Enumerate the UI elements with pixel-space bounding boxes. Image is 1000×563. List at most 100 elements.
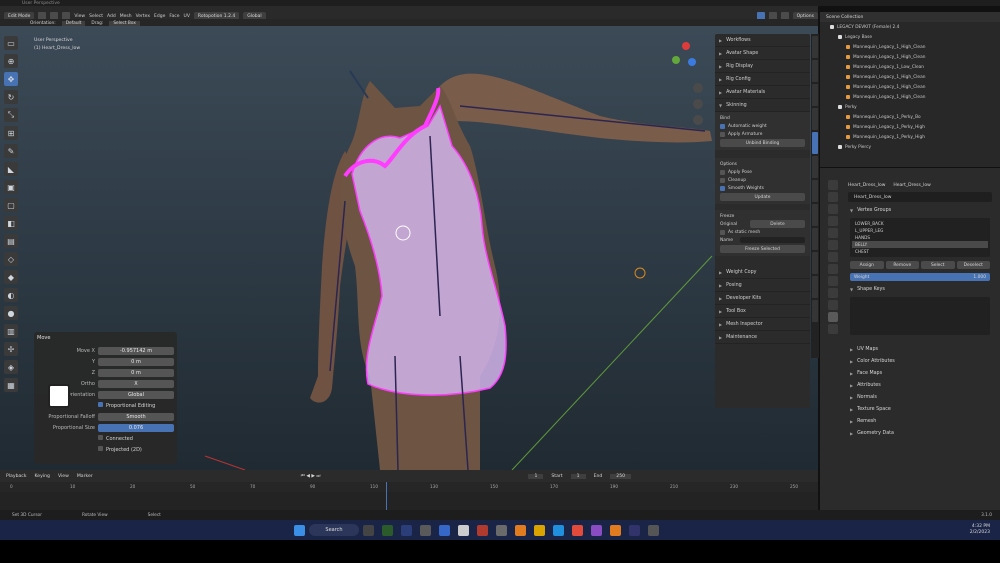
outliner-row[interactable]: Mannequin_Legacy_1_High_Clean [820, 82, 1000, 92]
prop-section[interactable]: ▶ Color Attributes [844, 355, 996, 367]
prop-section[interactable]: ▶ UV Maps [844, 343, 996, 355]
np-section[interactable]: ▶ Avatar Materials [715, 86, 810, 99]
timeline-ruler[interactable]: 0 10 20 50 70 90 110 130 150 170 190 210 230 250 [0, 482, 818, 492]
drag-dropdown[interactable]: Select Box [109, 20, 140, 26]
assign-button[interactable]: Assign [850, 261, 884, 269]
npanel-tab-active[interactable] [812, 132, 818, 154]
menu-uv[interactable]: UV [184, 14, 190, 19]
apply-pose-checkbox[interactable] [720, 169, 725, 175]
connected-row[interactable]: Connected [37, 433, 174, 444]
object-tab-icon[interactable] [828, 252, 838, 262]
smooth-weights-row[interactable]: Smooth Weights [720, 184, 805, 192]
physics-tab-icon[interactable] [828, 288, 838, 298]
orientation-dropdown[interactable]: Default [61, 20, 86, 26]
deselect-button[interactable]: Deselect [956, 261, 990, 269]
edge-icon[interactable] [553, 524, 564, 536]
modifier-tab-icon[interactable] [828, 264, 838, 274]
size-field[interactable]: 0.076 [98, 423, 174, 432]
chrome-icon[interactable] [572, 524, 583, 536]
npanel-tab[interactable] [812, 180, 818, 202]
app-icon[interactable] [382, 524, 393, 536]
outliner-row[interactable]: Mannequin_Legacy_1_Perky_Bo [820, 112, 1000, 122]
vertex-groups-header[interactable]: ▼ Vertex Groups [844, 204, 996, 216]
projected-row[interactable]: Projected (2D) [37, 444, 174, 455]
rip-icon[interactable]: ▦ [4, 378, 18, 392]
np-section[interactable]: ▶ Weight Copy [715, 266, 810, 279]
blender-icon[interactable] [610, 524, 621, 536]
outliner-row[interactable]: Mannequin_Legacy_1_High_Clean [820, 52, 1000, 62]
prop-section[interactable]: ▶ Texture Space [844, 403, 996, 415]
move-operator-panel[interactable]: Move Move X -0.957142 m Y0 m Z0 m Ortho X … [34, 332, 177, 464]
shrink-icon[interactable]: ✢ [4, 342, 18, 356]
automatic-weights-row[interactable]: Automatic weight [720, 122, 805, 130]
freeze-button[interactable]: Freeze Selected [720, 245, 805, 253]
vertex-group-item[interactable]: CHEST [852, 248, 988, 255]
app-icon[interactable] [648, 524, 659, 536]
mesh-datablock-field[interactable]: Heart_Dress_low [848, 192, 992, 202]
proportional-checkbox[interactable] [98, 402, 103, 407]
npanel-tab[interactable] [812, 228, 818, 250]
select-button[interactable]: Select [921, 261, 955, 269]
edge-slide-icon[interactable]: ▥ [4, 324, 18, 338]
menu-view[interactable]: View [74, 14, 85, 19]
playback-menu[interactable]: Playback [6, 474, 27, 479]
polybuild-icon[interactable]: ◆ [4, 270, 18, 284]
update-button[interactable]: Update [720, 193, 805, 201]
ortho-field[interactable]: X [98, 379, 174, 388]
shape-keys-list[interactable] [850, 297, 990, 335]
unbind-button[interactable]: Unbind Binding [720, 139, 805, 147]
outliner-root[interactable]: LEGACY DEVKIT (Female) 2.4 [820, 22, 1000, 32]
timeline[interactable]: Playback Keying View Marker ⏮ ◀ ▶ ⏭ 1 St… [0, 470, 818, 510]
annotate-icon[interactable]: ✎ [4, 144, 18, 158]
vertex-group-item[interactable]: L_UPPER_LEG [852, 227, 988, 234]
particles-tab-icon[interactable] [828, 276, 838, 286]
menu-select[interactable]: Select [89, 14, 103, 19]
world-tab-icon[interactable] [828, 240, 838, 250]
loopcut-icon[interactable]: ▤ [4, 234, 18, 248]
remove-button[interactable]: Remove [885, 261, 919, 269]
np-section[interactable]: ▶ Rig Config [715, 73, 810, 86]
app-icon[interactable] [458, 524, 469, 536]
apply-armature-row[interactable]: Apply Armature [720, 130, 805, 138]
prop-section[interactable]: ▶ Geometry Data [844, 427, 996, 439]
outliner-row[interactable]: Perky Piercy [820, 142, 1000, 152]
weight-slider[interactable]: Weight 1.000 [850, 273, 990, 281]
outliner-row[interactable]: Mannequin_Legacy_1_Perky_High [820, 132, 1000, 142]
file-explorer-icon[interactable] [534, 524, 545, 536]
falloff-field[interactable]: Smooth [98, 412, 174, 421]
shear-icon[interactable]: ◈ [4, 360, 18, 374]
premiere-icon[interactable] [629, 524, 640, 536]
chat-icon[interactable] [439, 524, 450, 536]
original-dropdown[interactable]: Delete [750, 220, 805, 228]
vertex-group-item[interactable]: LOWER_BACK [852, 220, 988, 227]
data-tab-icon[interactable] [828, 312, 838, 322]
outliner-row[interactable]: Perky [820, 102, 1000, 112]
move-x-field[interactable]: -0.957142 m [98, 346, 174, 355]
apply-pose-row[interactable]: Apply Pose [720, 168, 805, 176]
move-y-field[interactable]: 0 m [98, 357, 174, 366]
npanel-tab[interactable] [812, 300, 818, 322]
automatic-weights-checkbox[interactable] [720, 123, 725, 129]
photoshop-icon[interactable] [401, 524, 412, 536]
outliner-row[interactable]: Mannequin_Legacy_1_High_Clean [820, 92, 1000, 102]
np-section[interactable]: ▶ Rig Display [715, 60, 810, 73]
tool-tab-icon[interactable] [828, 180, 838, 190]
npanel-tab[interactable] [812, 36, 818, 58]
np-section[interactable]: ▼ Skinning [715, 99, 810, 112]
windows-start-icon[interactable] [294, 524, 305, 536]
projected-checkbox[interactable] [98, 446, 103, 451]
scale-icon[interactable]: ⤡ [4, 108, 18, 122]
outliner-row[interactable]: Mannequin_Legacy_1_High_Clean [820, 72, 1000, 82]
measure-icon[interactable]: ◣ [4, 162, 18, 176]
name-field[interactable] [740, 237, 805, 243]
rotate-icon[interactable]: ↻ [4, 90, 18, 104]
knife-icon[interactable]: ◇ [4, 252, 18, 266]
app-icon[interactable] [420, 524, 431, 536]
np-section[interactable]: ▶ Developer Kits [715, 292, 810, 305]
np-section[interactable]: ▶ Avatar Shape [715, 47, 810, 60]
scene-tab-icon[interactable] [828, 228, 838, 238]
end-frame-field[interactable]: 250 [610, 473, 632, 479]
prop-section[interactable]: ▶ Remesh [844, 415, 996, 427]
connected-checkbox[interactable] [98, 435, 103, 440]
prop-section[interactable]: ▶ Attributes [844, 379, 996, 391]
